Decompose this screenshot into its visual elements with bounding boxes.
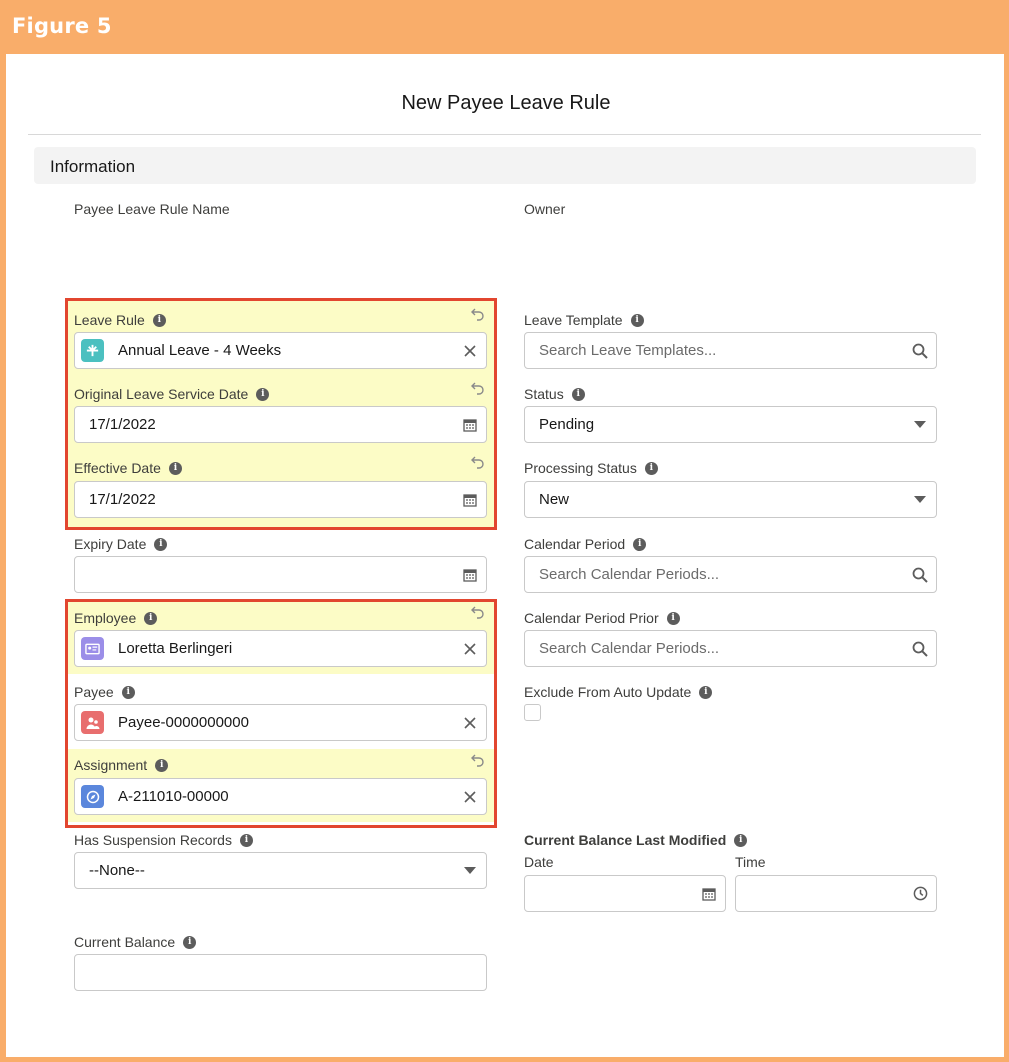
original-leave-service-date-label: Original Leave Service Date i <box>74 386 270 402</box>
payee-leave-rule-name-label: Payee Leave Rule Name <box>74 201 230 217</box>
undo-icon[interactable] <box>470 604 486 620</box>
info-icon[interactable]: i <box>155 758 169 772</box>
effective-date-input[interactable]: 17/1/2022 <box>74 481 487 518</box>
info-icon[interactable]: i <box>571 387 585 401</box>
info-icon[interactable]: i <box>239 833 253 847</box>
close-icon[interactable] <box>454 642 486 655</box>
search-icon[interactable] <box>904 641 936 657</box>
employee-value: Loretta Berlingeri <box>118 640 233 657</box>
info-icon[interactable]: i <box>144 611 158 625</box>
modal-panel: New Payee Leave Rule Information Payee L… <box>6 54 1004 1057</box>
leave-rule-icon <box>81 339 104 362</box>
undo-icon[interactable] <box>470 380 486 396</box>
close-icon[interactable] <box>454 716 486 729</box>
owner-label: Owner <box>524 201 566 217</box>
payee-label: Payee i <box>74 684 135 700</box>
calendar-icon[interactable] <box>693 887 725 901</box>
assignment-icon <box>81 785 104 808</box>
section-header-information[interactable]: Information <box>34 147 976 184</box>
search-icon[interactable] <box>904 567 936 583</box>
current-balance-last-modified-label: Current Balance Last Modified i <box>524 832 748 848</box>
calendar-period-lookup[interactable]: Search Calendar Periods... <box>524 556 937 593</box>
payee-value: Payee-0000000000 <box>118 714 249 731</box>
exclude-from-auto-update-label: Exclude From Auto Update i <box>524 684 713 700</box>
expiry-date-input[interactable] <box>74 556 487 593</box>
undo-icon[interactable] <box>470 752 486 768</box>
chevron-down-icon[interactable] <box>904 495 936 504</box>
current-balance-input[interactable] <box>74 954 487 991</box>
close-icon[interactable] <box>454 344 486 357</box>
processing-status-label: Processing Status i <box>524 460 658 476</box>
calendar-icon[interactable] <box>454 568 486 582</box>
calendar-period-prior-lookup[interactable]: Search Calendar Periods... <box>524 630 937 667</box>
info-icon[interactable]: i <box>168 461 182 475</box>
info-icon[interactable]: i <box>699 685 713 699</box>
assignment-label: Assignment i <box>74 757 169 773</box>
expiry-date-label: Expiry Date i <box>74 536 168 552</box>
info-icon[interactable]: i <box>152 313 166 327</box>
payee-lookup[interactable]: Payee-0000000000 <box>74 704 487 741</box>
undo-icon[interactable] <box>470 454 486 470</box>
status-select[interactable]: Pending <box>524 406 937 443</box>
leave-template-label: Leave Template i <box>524 312 644 328</box>
employee-icon <box>81 637 104 660</box>
info-icon[interactable]: i <box>256 387 270 401</box>
has-suspension-records-label: Has Suspension Records i <box>74 832 253 848</box>
chevron-down-icon[interactable] <box>904 420 936 429</box>
date-label: Date <box>524 854 554 870</box>
calendar-icon[interactable] <box>454 418 486 432</box>
calendar-period-label: Calendar Period i <box>524 536 647 552</box>
employee-lookup[interactable]: Loretta Berlingeri <box>74 630 487 667</box>
info-icon[interactable]: i <box>633 537 647 551</box>
info-icon[interactable]: i <box>183 935 197 949</box>
status-label: Status i <box>524 386 585 402</box>
calendar-icon[interactable] <box>454 493 486 507</box>
info-icon[interactable]: i <box>154 537 168 551</box>
effective-date-label: Effective Date i <box>74 460 182 476</box>
info-icon[interactable]: i <box>666 611 680 625</box>
calendar-period-prior-label: Calendar Period Prior i <box>524 610 680 626</box>
last-modified-time-input[interactable] <box>735 875 937 912</box>
clock-icon[interactable] <box>904 886 936 901</box>
title-divider <box>28 134 981 135</box>
info-icon[interactable]: i <box>734 833 748 847</box>
leave-rule-value: Annual Leave - 4 Weeks <box>118 342 282 359</box>
time-label: Time <box>735 854 766 870</box>
original-leave-service-date-input[interactable]: 17/1/2022 <box>74 406 487 443</box>
figure-frame: Figure 5 New Payee Leave Rule Informatio… <box>0 0 1009 1062</box>
search-icon[interactable] <box>904 343 936 359</box>
chevron-down-icon[interactable] <box>454 866 486 875</box>
info-icon[interactable]: i <box>630 313 644 327</box>
assignment-lookup[interactable]: A-211010-00000 <box>74 778 487 815</box>
has-suspension-records-select[interactable]: --None-- <box>74 852 487 889</box>
assignment-value: A-211010-00000 <box>118 788 229 805</box>
modal-title: New Payee Leave Rule <box>401 92 611 114</box>
undo-icon[interactable] <box>470 306 486 322</box>
employee-label: Employee i <box>74 610 158 626</box>
last-modified-date-input[interactable] <box>524 875 726 912</box>
leave-rule-label: Leave Rule i <box>74 312 166 328</box>
payee-icon <box>81 711 104 734</box>
exclude-from-auto-update-checkbox[interactable] <box>524 704 541 721</box>
info-icon[interactable]: i <box>644 461 658 475</box>
figure-label: Figure 5 <box>12 14 112 38</box>
close-icon[interactable] <box>454 790 486 803</box>
leave-template-lookup[interactable]: Search Leave Templates... <box>524 332 937 369</box>
processing-status-select[interactable]: New <box>524 481 937 518</box>
info-icon[interactable]: i <box>121 685 135 699</box>
current-balance-label: Current Balance i <box>74 934 197 950</box>
leave-rule-lookup[interactable]: Annual Leave - 4 Weeks <box>74 332 487 369</box>
